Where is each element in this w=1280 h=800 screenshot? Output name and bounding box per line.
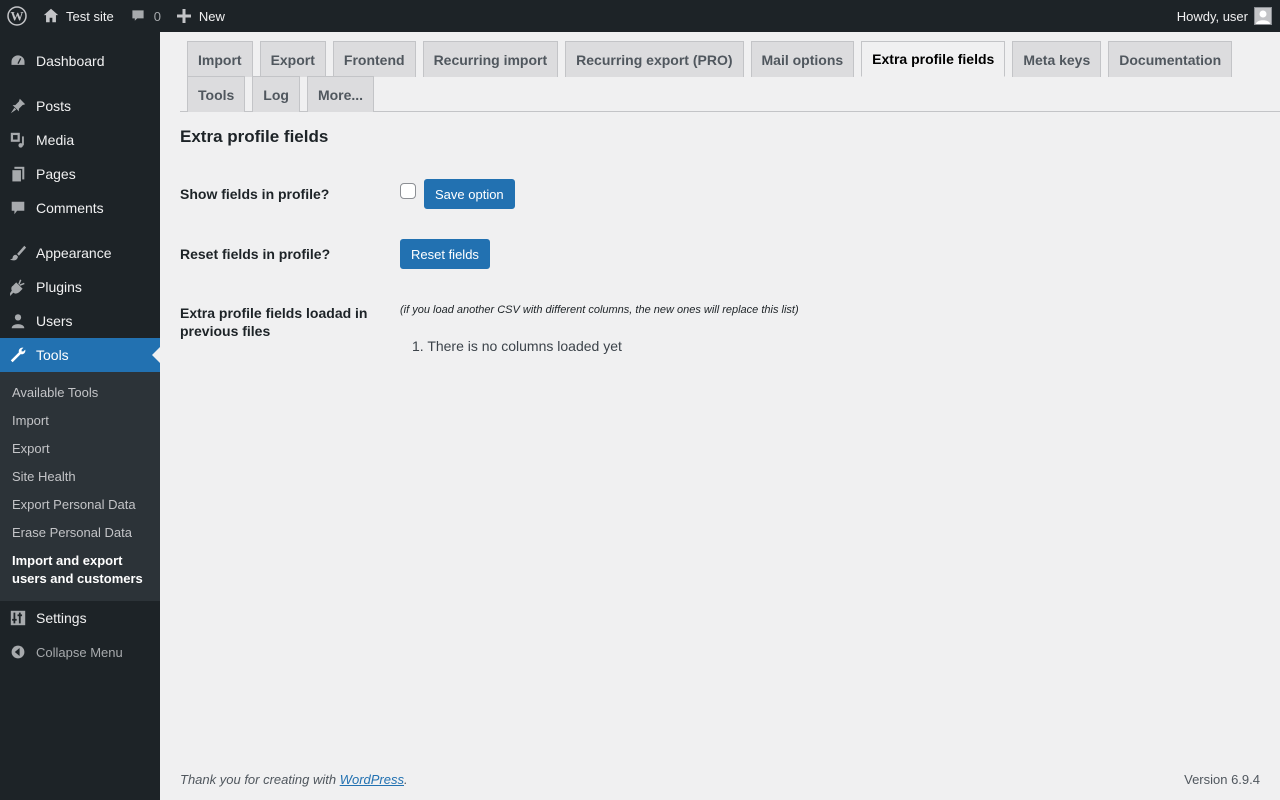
submenu-item-export-personal-data[interactable]: Export Personal Data (0, 491, 160, 519)
menu-separator (0, 225, 160, 236)
sidebar-item-posts[interactable]: Posts (0, 89, 160, 123)
settings-icon (0, 601, 36, 635)
sidebar-item-tools[interactable]: Tools (0, 338, 160, 372)
sidebar-item-label: Settings (36, 610, 87, 626)
save-option-button[interactable]: Save option (424, 179, 515, 209)
tab-mail-options[interactable]: Mail options (750, 41, 855, 77)
sidebar-item-plugins[interactable]: Plugins (0, 270, 160, 304)
tab-documentation[interactable]: Documentation (1108, 41, 1233, 77)
tab-extra-profile-fields[interactable]: Extra profile fields (861, 41, 1006, 77)
sidebar-item-label: Pages (36, 166, 76, 182)
sidebar-item-media[interactable]: Media (0, 123, 160, 157)
tab-frontend[interactable]: Frontend (332, 41, 416, 77)
list-item-text: There is no columns loaded yet (427, 338, 622, 354)
sidebar-item-label: Comments (36, 200, 104, 216)
tab-log[interactable]: Log (252, 76, 300, 112)
howdy-text: Howdy, user (1176, 8, 1248, 24)
reset-fields-button[interactable]: Reset fields (400, 239, 490, 269)
admin-sidebar: Dashboard Posts Media Pages Comments App… (0, 32, 160, 800)
collapse-menu-label: Collapse Menu (36, 644, 123, 660)
sidebar-item-comments[interactable]: Comments (0, 191, 160, 225)
footer-thanks: Thank you for creating with WordPress. (180, 772, 408, 787)
tab-import[interactable]: Import (187, 41, 253, 77)
new-content-link[interactable]: New (169, 0, 233, 32)
avatar (1254, 7, 1272, 25)
tab-more[interactable]: More... (306, 76, 375, 112)
pages-icon (0, 157, 36, 191)
new-label: New (198, 8, 225, 24)
sidebar-item-label: Media (36, 132, 75, 148)
wrench-icon (0, 338, 36, 372)
reset-fields-label: Reset fields in profile? (180, 246, 331, 262)
show-fields-label: Show fields in profile? (180, 186, 330, 202)
site-name: Test site (66, 8, 114, 24)
submenu-item-export[interactable]: Export (0, 435, 160, 463)
sidebar-item-label: Tools (36, 347, 69, 363)
submenu-item-available-tools[interactable]: Available Tools (0, 379, 160, 407)
tab-meta-keys[interactable]: Meta keys (1012, 41, 1102, 77)
tab-recurring-export-pro[interactable]: Recurring export (PRO) (565, 41, 744, 77)
collapse-menu-button[interactable]: Collapse Menu (0, 635, 160, 669)
menu-separator (0, 78, 160, 89)
sidebar-item-appearance[interactable]: Appearance (0, 236, 160, 270)
loaded-fields-label: Extra profile fields loadad in previous … (180, 305, 368, 339)
user-avatar-icon (1256, 10, 1270, 24)
comment-icon (132, 10, 144, 21)
wordpress-logo-button[interactable]: W (0, 0, 34, 32)
svg-text:W: W (11, 9, 24, 24)
sidebar-item-label: Users (36, 313, 73, 329)
site-name-link[interactable]: Test site (34, 0, 122, 32)
collapse-icon (0, 644, 36, 660)
sidebar-item-label: Posts (36, 98, 72, 114)
loaded-fields-note: (if you load another CSV with different … (400, 304, 799, 316)
sidebar-item-label: Plugins (36, 279, 82, 295)
admin-bar: W Test site 0 New Howdy, user (0, 0, 1280, 32)
my-account-link[interactable]: Howdy, user (1169, 0, 1280, 32)
submenu-item-import[interactable]: Import (0, 407, 160, 435)
comments-count: 0 (153, 8, 161, 24)
submenu-item-erase-personal-data[interactable]: Erase Personal Data (0, 519, 160, 547)
footer-thanks-prefix: Thank you for creating with (180, 772, 340, 787)
footer-version: Version 6.9.4 (1184, 772, 1260, 787)
sidebar-item-settings[interactable]: Settings (0, 601, 160, 635)
plus-icon (176, 9, 191, 23)
wordpress-logo-icon: W (7, 6, 27, 26)
comment-icon (0, 191, 36, 225)
sidebar-item-label: Dashboard (36, 53, 105, 69)
submenu-item-site-health[interactable]: Site Health (0, 463, 160, 491)
tools-submenu: Available Tools Import Export Site Healt… (0, 372, 160, 601)
sidebar-item-pages[interactable]: Pages (0, 157, 160, 191)
user-icon (0, 304, 36, 338)
loaded-fields-row: Extra profile fields loadad in previous … (180, 304, 799, 354)
sidebar-item-users[interactable]: Users (0, 304, 160, 338)
plug-icon (0, 270, 36, 304)
sidebar-item-label: Appearance (36, 245, 112, 261)
tab-recurring-import[interactable]: Recurring import (422, 41, 559, 77)
footer-thanks-suffix: . (404, 772, 408, 787)
show-fields-checkbox[interactable] (400, 183, 416, 199)
brush-icon (0, 236, 36, 270)
show-fields-row: Show fields in profile? Save option (180, 179, 515, 209)
tab-tools[interactable]: Tools (187, 76, 246, 112)
tab-export[interactable]: Export (259, 41, 326, 77)
page-title: Extra profile fields (180, 127, 329, 146)
sidebar-item-dashboard[interactable]: Dashboard (0, 44, 160, 78)
list-item: 1. There is no columns loaded yet (412, 338, 622, 354)
main-content: Import Export Frontend Recurring import … (160, 32, 1280, 800)
dashboard-icon (0, 44, 36, 78)
comments-link[interactable]: 0 (122, 0, 169, 32)
nav-tabs: Import Export Frontend Recurring import … (180, 41, 1280, 112)
wordpress-link[interactable]: WordPress (340, 772, 404, 787)
submenu-item-import-export-users[interactable]: Import and export users and customers (0, 547, 160, 593)
media-icon (0, 123, 36, 157)
pin-icon (0, 89, 36, 123)
reset-fields-row: Reset fields in profile? Reset fields (180, 239, 490, 269)
home-icon (43, 8, 59, 23)
